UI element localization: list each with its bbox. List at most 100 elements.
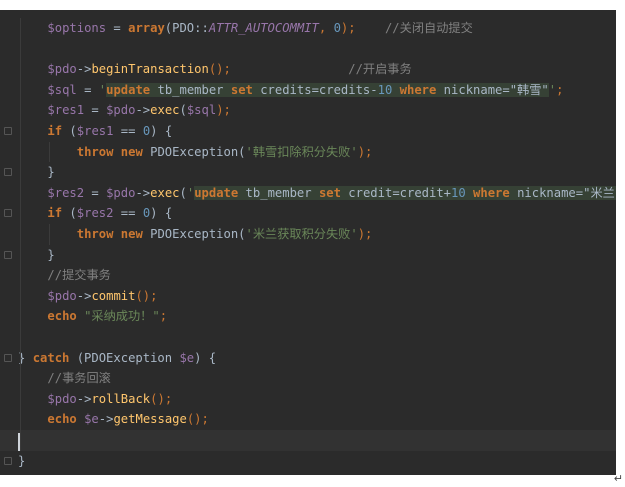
code-token: echo xyxy=(47,412,77,427)
code-token: //关闭自动提交 xyxy=(355,21,473,35)
code-token: 10 xyxy=(451,185,466,200)
code-line: if ($res1 == 0) { xyxy=(0,121,616,142)
code-token: ' xyxy=(98,82,107,97)
code-line: $pdo->commit(); xyxy=(0,286,616,307)
code-token: throw xyxy=(76,227,114,241)
code-token: new xyxy=(120,227,143,241)
code-token: $pdo xyxy=(47,391,77,406)
code-token: ; xyxy=(556,82,564,97)
code-token: ATTR_AUTOCOMMIT xyxy=(208,21,319,35)
code-token: ( xyxy=(179,185,187,200)
code-token: where xyxy=(473,185,510,200)
indent-guide xyxy=(20,18,21,451)
code-token: getMessage xyxy=(113,412,187,427)
code-token: $options xyxy=(47,21,107,35)
code-line: $res2 = $pdo->exec('update tb_member set… xyxy=(0,183,616,204)
code-token: $sql xyxy=(186,103,217,118)
code-token xyxy=(465,185,474,200)
code-token: == xyxy=(113,124,143,138)
code-line xyxy=(0,430,616,451)
code-token: nickname="韩雪" xyxy=(436,82,549,97)
code-line: throw new PDOException('韩雪扣除积分失败'); xyxy=(0,142,616,163)
code-token: (PDOException xyxy=(69,350,180,365)
code-token: beginTransaction xyxy=(91,62,209,77)
code-token: '米兰获取积分失败' xyxy=(245,227,358,241)
code-token: exec xyxy=(150,103,180,118)
code-token: //开启事务 xyxy=(230,62,412,77)
code-token: -> xyxy=(135,185,151,200)
code-token: ); xyxy=(357,227,373,241)
code-token: (); xyxy=(208,62,231,77)
code-token: '韩雪扣除积分失败' xyxy=(245,144,358,159)
code-token: ) { xyxy=(150,124,173,138)
code-token: ) { xyxy=(194,350,217,365)
code-token: = xyxy=(76,82,99,97)
code-line: echo $e->getMessage(); xyxy=(0,409,616,430)
code-token: update xyxy=(106,82,151,97)
code-editor[interactable]: $options = array(PDO::ATTR_AUTOCOMMIT, 0… xyxy=(0,10,616,475)
code-token: tb_member xyxy=(150,82,231,97)
code-line: echo "采纳成功！"; xyxy=(0,306,616,327)
code-token: $res1 xyxy=(76,124,114,138)
code-line: } xyxy=(0,162,616,183)
code-token: $res1 xyxy=(47,103,85,118)
code-line: $options = array(PDO::ATTR_AUTOCOMMIT, 0… xyxy=(0,18,616,39)
code-token: ( xyxy=(62,206,77,221)
code-token: set xyxy=(230,82,253,97)
code-token: (); xyxy=(150,391,173,406)
code-token: where xyxy=(399,82,437,97)
code-token: $e xyxy=(84,412,99,427)
code-line: } catch (PDOException $e) { xyxy=(0,348,616,369)
code-token: set xyxy=(318,185,341,200)
code-token: ( xyxy=(179,103,187,118)
code-token: = xyxy=(84,103,107,118)
code-token: $res2 xyxy=(47,185,85,200)
code-line: throw new PDOException('米兰获取积分失败'); xyxy=(0,224,616,245)
code-line: //提交事务 xyxy=(0,265,616,286)
indent-guide xyxy=(49,224,51,245)
code-token: (); xyxy=(135,288,158,303)
code-token: exec xyxy=(150,185,180,200)
code-line: $sql = 'update tb_member set credits=cre… xyxy=(0,80,616,101)
code-token: rollBack xyxy=(91,391,151,406)
code-token: $e xyxy=(179,350,195,365)
code-token: (PDO:: xyxy=(164,21,209,35)
code-token: , xyxy=(318,21,334,35)
code-token: ); xyxy=(216,103,231,118)
code-token: nickname="米兰" xyxy=(509,185,616,200)
code-token: PDOException( xyxy=(142,227,246,241)
code-token: } xyxy=(18,453,26,468)
code-token: -> xyxy=(76,391,92,406)
code-token: $res2 xyxy=(76,206,114,221)
code-token: new xyxy=(120,144,143,159)
code-token: //事务回滚 xyxy=(47,371,111,386)
code-token: if xyxy=(47,124,63,138)
code-token: credit=credit+ xyxy=(340,185,452,200)
paragraph-mark: ↵ xyxy=(613,472,623,485)
code-token: } xyxy=(47,165,55,180)
code-token: $pdo xyxy=(106,185,136,200)
code-line: //事务回滚 xyxy=(0,368,616,389)
code-token: ) { xyxy=(150,206,173,221)
code-token: //提交事务 xyxy=(47,268,111,283)
code-token: -> xyxy=(76,62,92,77)
code-token: -> xyxy=(76,288,92,303)
code-token: -> xyxy=(135,103,151,118)
code-line: $res1 = $pdo->exec($sql); xyxy=(0,100,616,121)
code-token: "采纳成功！" xyxy=(84,309,160,324)
code-token: = xyxy=(106,21,129,35)
code-line: } xyxy=(0,245,616,266)
code-token: update xyxy=(194,185,239,200)
code-token: echo xyxy=(47,309,77,324)
code-token: credits=credits- xyxy=(252,82,378,97)
code-token: ); xyxy=(357,144,373,159)
code-line: $pdo->rollBack(); xyxy=(0,389,616,410)
code-token: $pdo xyxy=(47,62,77,77)
code-token: tb_member xyxy=(238,185,319,200)
